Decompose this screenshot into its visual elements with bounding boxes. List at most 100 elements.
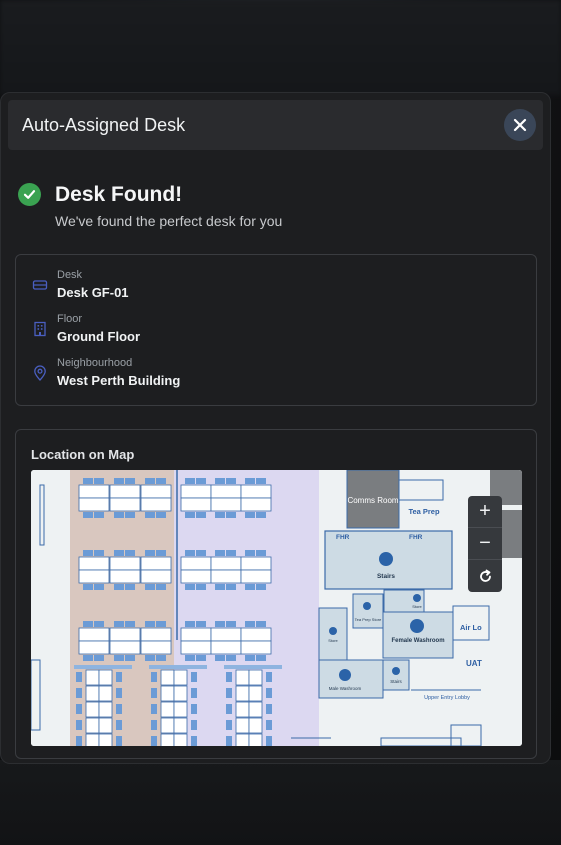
desk [226, 550, 236, 556]
desk [78, 497, 110, 512]
desk [245, 512, 255, 518]
room-fhr-right-label: FHR [409, 534, 423, 541]
room-tea-prep-store-label: Tea Prep Store [355, 617, 382, 622]
desk [140, 640, 172, 655]
desk [151, 672, 157, 682]
desk [145, 550, 155, 556]
room-upper-entry-lobby-label: Upper Entry Lobby [424, 695, 470, 701]
room-male-washroom-label: Male Washroom [329, 686, 362, 691]
detail-label: Floor [57, 313, 83, 325]
refresh-icon [479, 569, 491, 582]
detail-floor: Floor Ground Floor [32, 313, 140, 344]
desk [173, 685, 188, 702]
desk [78, 627, 110, 642]
room-store-top-label: Store [412, 604, 422, 609]
desk [215, 584, 225, 590]
backdrop-top-bar [0, 0, 561, 95]
desk [266, 688, 272, 698]
desk [160, 669, 175, 686]
desk [83, 584, 93, 590]
desk [151, 688, 157, 698]
desk [76, 736, 82, 746]
zoom-in-button[interactable]: + [468, 496, 502, 528]
desk [98, 733, 113, 746]
desk [256, 584, 266, 590]
detail-value: Ground Floor [57, 329, 141, 344]
desk [226, 672, 232, 682]
desk [114, 550, 124, 556]
desk [248, 701, 263, 718]
room-comms-label: Comms Room [347, 496, 398, 505]
desk [76, 688, 82, 698]
auto-assigned-desk-modal: Auto-Assigned Desk Desk Found! We've fou… [0, 92, 551, 764]
desk [210, 484, 242, 499]
desk [215, 550, 225, 556]
desk [156, 584, 166, 590]
desk [94, 621, 104, 627]
desk [256, 512, 266, 518]
desk [256, 478, 266, 484]
success-subtitle: We've found the perfect desk for you [55, 213, 283, 229]
desk [76, 720, 82, 730]
desk [256, 621, 266, 627]
desk [85, 717, 100, 734]
desk [156, 550, 166, 556]
floor-plan-map[interactable]: Comms Room Tea Prep FHR FHR Stairs Tea P… [31, 470, 522, 746]
desk [125, 655, 135, 661]
desk [245, 655, 255, 661]
desk [85, 701, 100, 718]
desk [210, 627, 242, 642]
desk [196, 655, 206, 661]
desk [235, 733, 250, 746]
modal-title: Auto-Assigned Desk [22, 114, 186, 135]
desk [140, 627, 172, 642]
desk [226, 512, 236, 518]
detail-value: Desk GF-01 [57, 285, 129, 300]
desk [185, 512, 195, 518]
desk [98, 717, 113, 734]
desk [140, 484, 172, 499]
location-pin-icon [34, 365, 46, 381]
desk [114, 478, 124, 484]
detail-value: West Perth Building [57, 373, 181, 388]
desk [125, 512, 135, 518]
desk [114, 621, 124, 627]
close-button[interactable] [504, 109, 536, 141]
desk [116, 736, 122, 746]
desk [226, 720, 232, 730]
desk [116, 720, 122, 730]
desk [83, 550, 93, 556]
room-tea-prep-label: Tea Prep [408, 507, 440, 516]
desk [74, 665, 132, 669]
room-uat-label: UAT [466, 659, 482, 668]
desk [125, 584, 135, 590]
desk [180, 556, 212, 571]
detail-label: Desk [57, 269, 83, 281]
desk [173, 717, 188, 734]
desk [114, 512, 124, 518]
desk [156, 512, 166, 518]
desk [196, 478, 206, 484]
desk [94, 584, 104, 590]
desk [248, 733, 263, 746]
zoom-out-button[interactable]: − [468, 528, 502, 560]
desk [94, 655, 104, 661]
desk [160, 701, 175, 718]
map-zoom-controls: + − [468, 496, 502, 592]
desk [98, 685, 113, 702]
desk [240, 556, 272, 571]
desk [116, 672, 122, 682]
detail-desk: Desk Desk GF-01 [32, 269, 129, 300]
desk [76, 672, 82, 682]
desk [240, 627, 272, 642]
desk [266, 720, 272, 730]
desk [173, 669, 188, 686]
desk [180, 569, 212, 584]
desk [210, 556, 242, 571]
reset-view-button[interactable] [468, 560, 502, 592]
desk-icon [32, 280, 48, 290]
desk [240, 484, 272, 499]
desk [215, 655, 225, 661]
desk [149, 665, 207, 669]
desk [140, 497, 172, 512]
